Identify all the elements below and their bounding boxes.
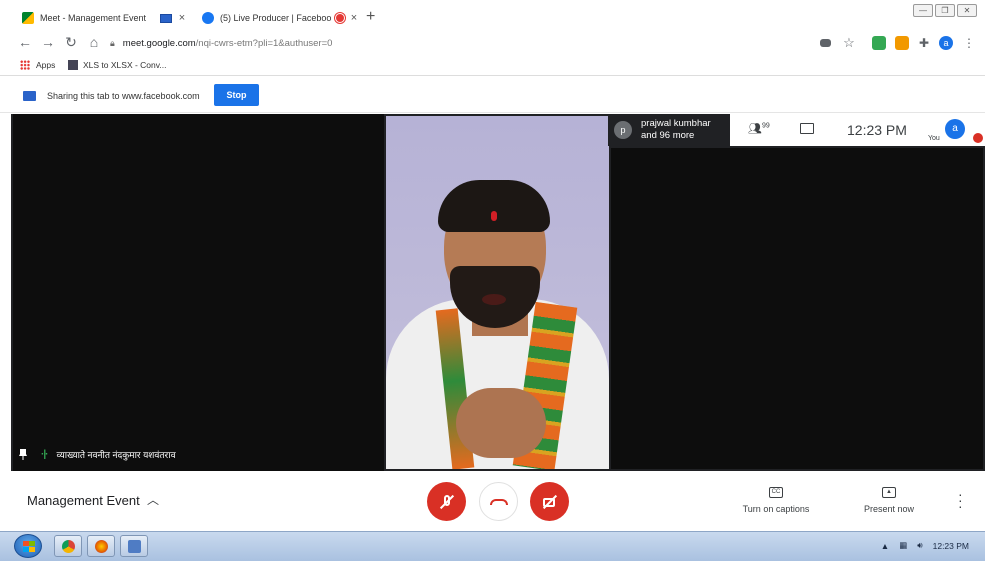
video-right-letterbox — [611, 148, 983, 469]
participant-avatar: p — [614, 121, 632, 139]
facebook-icon — [202, 12, 214, 24]
apps-grid-icon — [20, 60, 30, 70]
close-tab-icon[interactable]: × — [348, 12, 360, 24]
profile-avatar[interactable]: a — [939, 36, 953, 50]
address-bar-row: ← → ↻ ⌂ 🔒︎ meet.google.com /nqi-cwrs-etm… — [0, 30, 985, 56]
network-icon[interactable]: ▦ — [899, 540, 907, 551]
meet-clock: 12:23 PM — [847, 122, 907, 138]
people-button[interactable]: 👥︎99 — [748, 122, 770, 135]
tray-expand-icon[interactable]: ▲ — [881, 541, 889, 551]
taskbar-clock[interactable]: 12:23 PM — [933, 541, 969, 551]
lock-icon: 🔒︎ — [110, 37, 115, 48]
video-figure-mouth — [482, 294, 506, 305]
present-screen-icon: ▲ — [882, 487, 896, 498]
windows-start-button[interactable] — [14, 534, 42, 558]
video-figure-hair — [438, 180, 550, 232]
reload-icon[interactable]: ↻ — [62, 34, 80, 51]
system-tray: ▲ ▦ 🔊︎ 12:23 PM — [881, 540, 969, 551]
pin-icon[interactable] — [19, 449, 27, 460]
tab-title: Meet - Management Event — [40, 13, 147, 23]
camera-indicator-icon[interactable] — [820, 39, 831, 47]
present-now-button[interactable]: ▲ Present now — [851, 485, 927, 514]
participant-others: and 96 more — [641, 130, 695, 141]
window-controls: — ❐ ✕ — [913, 4, 977, 17]
hang-up-icon — [489, 498, 508, 505]
bookmark-label: Apps — [36, 60, 56, 70]
home-icon[interactable]: ⌂ — [85, 34, 103, 50]
chrome-menu-icon[interactable]: ⋮ — [962, 36, 976, 50]
recording-icon — [336, 14, 344, 22]
google-meet-icon — [22, 12, 34, 24]
chevron-up-icon[interactable]: ︿ — [147, 491, 159, 508]
self-label: You — [928, 135, 940, 142]
forward-arrow-icon[interactable]: → — [39, 34, 57, 50]
taskbar-app-button[interactable] — [120, 535, 148, 557]
people-count: 99 — [761, 122, 770, 130]
extension-orange-icon[interactable] — [895, 36, 909, 50]
self-avatar[interactable]: a — [945, 119, 965, 139]
windows-taskbar: ▲ ▦ 🔊︎ 12:23 PM — [0, 531, 985, 561]
captions-label: Turn on captions — [742, 504, 810, 514]
close-tab-icon[interactable]: × — [176, 12, 188, 24]
browser-tab-strip: Meet - Management Event × (5) Live Produ… — [0, 0, 985, 30]
video-figure-hands — [456, 388, 546, 458]
url-path: /nqi-cwrs-etm?pli=1&authuser=0 — [195, 37, 333, 49]
meeting-title[interactable]: Management Event — [27, 493, 140, 508]
meet-video-stage: ·|· व्याख्याते नवनीत नंदकुमार यशवंतराव p… — [11, 114, 985, 471]
presenter-name: व्याख्याते नवनीत नंदकुमार यशवंतराव — [56, 450, 176, 460]
bookmark-label: XLS to XLSX - Conv... — [83, 60, 167, 70]
extensions-puzzle-icon[interactable]: ✚ — [917, 36, 931, 50]
bookmark-apps[interactable]: Apps — [20, 60, 55, 70]
back-arrow-icon[interactable]: ← — [16, 34, 34, 50]
close-window-button[interactable]: ✕ — [957, 4, 977, 17]
mic-off-icon — [440, 494, 454, 509]
muted-badge-icon — [973, 133, 983, 143]
extension-check-icon[interactable] — [872, 36, 886, 50]
chat-icon[interactable] — [800, 123, 814, 134]
url-field[interactable]: 🔒︎ meet.google.com /nqi-cwrs-etm?pli=1&a… — [110, 33, 870, 53]
tab-meet[interactable]: Meet - Management Event × — [12, 7, 188, 29]
taskbar-firefox-button[interactable] — [87, 535, 115, 557]
participant-name: prajwal kumbhar — [641, 118, 711, 129]
more-options-icon[interactable]: · · · — [958, 487, 963, 513]
video-left-letterbox — [13, 114, 384, 471]
maximize-button[interactable]: ❐ — [935, 4, 955, 17]
stop-sharing-button[interactable]: Stop — [214, 84, 259, 106]
tab-sharing-infobar: Sharing this tab to www.facebook.com Sto… — [0, 77, 985, 113]
bookmark-favicon-icon — [68, 60, 78, 70]
presenter-video[interactable] — [386, 116, 609, 469]
tab-title: (5) Live Producer | Facebook — [220, 13, 332, 23]
screen-share-icon — [160, 13, 172, 23]
meet-top-panel: 👥︎99 12:23 PM You a — [730, 114, 985, 146]
leave-call-button[interactable] — [479, 482, 518, 521]
camera-toggle-button[interactable] — [530, 482, 569, 521]
chrome-icon — [62, 540, 75, 553]
video-figure-tilak — [491, 211, 497, 221]
camera-off-icon — [542, 495, 557, 509]
closed-captions-icon: CC — [769, 487, 783, 498]
microphone-toggle-button[interactable] — [427, 482, 466, 521]
taskbar-chrome-button[interactable] — [54, 535, 82, 557]
tab-facebook[interactable]: (5) Live Producer | Facebook × — [192, 7, 360, 29]
window-app-icon — [128, 540, 141, 553]
meet-control-bar: Management Event ︿ CC Turn on captions ▲… — [11, 471, 985, 531]
speaker-icon[interactable]: 🔊︎ — [917, 540, 922, 551]
people-icon: 👥︎ — [748, 123, 762, 135]
bookmark-star-icon[interactable]: ☆ — [842, 36, 856, 50]
bookmarks-bar: Apps XLS to XLSX - Conv... — [0, 56, 985, 76]
audio-level-icon: ·|· — [41, 449, 49, 460]
bookmark-xls-to-xlsx[interactable]: XLS to XLSX - Conv... — [68, 60, 166, 70]
present-label: Present now — [863, 504, 915, 514]
firefox-icon — [95, 540, 108, 553]
screen-share-icon — [23, 91, 36, 101]
captions-button[interactable]: CC Turn on captions — [733, 485, 819, 514]
presenter-nametag: ·|· व्याख्याते नवनीत नंदकुमार यशवंतराव — [19, 448, 176, 461]
url-host: meet.google.com — [122, 37, 196, 49]
minimize-button[interactable]: — — [913, 4, 933, 17]
new-tab-button[interactable]: + — [366, 8, 375, 26]
participant-card[interactable]: p prajwal kumbhar and 96 more — [608, 114, 730, 146]
sharing-message: Sharing this tab to www.facebook.com — [47, 91, 200, 101]
